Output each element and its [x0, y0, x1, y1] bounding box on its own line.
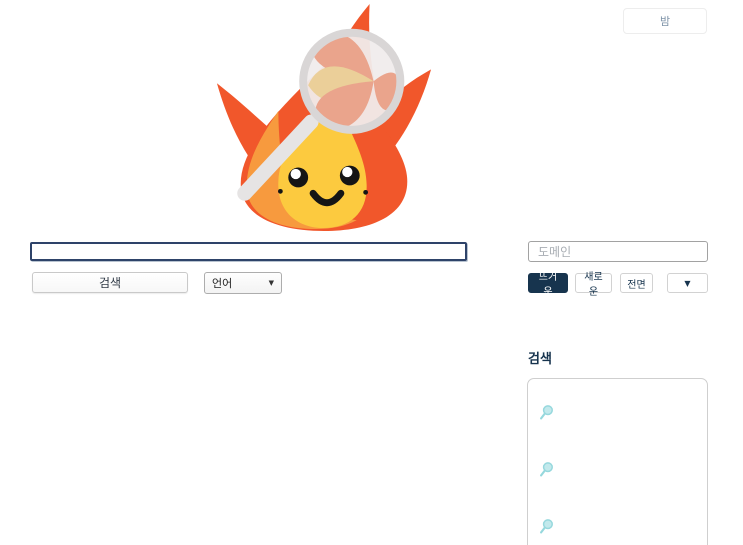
magnifier-icon	[540, 461, 553, 476]
filter-hot-button[interactable]: 뜨거운	[528, 272, 568, 298]
search-list-item[interactable]	[528, 384, 707, 441]
filter-top-button[interactable]: 전면	[620, 273, 653, 293]
magnifier-icon	[540, 404, 553, 419]
domain-input[interactable]	[528, 241, 708, 262]
search-button[interactable]: 검색	[32, 272, 188, 293]
search-home-page: 밤 검색 언어 ▼ 도메인 뜨거운 새로운 전면 ▼ 검색	[0, 0, 743, 545]
chevron-down-icon: ▼	[268, 279, 274, 287]
magnifier-lens	[299, 28, 405, 134]
language-select-label: 언어	[212, 277, 233, 290]
trending-searches-box	[527, 378, 708, 545]
searches-section-title: 검색	[528, 352, 552, 367]
search-list-item[interactable]	[528, 441, 707, 498]
magnifier-icon	[540, 518, 553, 533]
search-input[interactable]	[30, 242, 467, 261]
flame-mascot-svg	[216, 3, 432, 232]
filter-more-dropdown-button[interactable]: ▼	[667, 273, 708, 293]
filter-new-button[interactable]: 새로운	[575, 272, 612, 298]
flame-mascot-logo	[214, 2, 434, 232]
language-select[interactable]: 언어 ▼	[204, 272, 282, 294]
search-list-item[interactable]	[528, 498, 707, 545]
night-mode-button[interactable]: 밤	[623, 8, 707, 34]
